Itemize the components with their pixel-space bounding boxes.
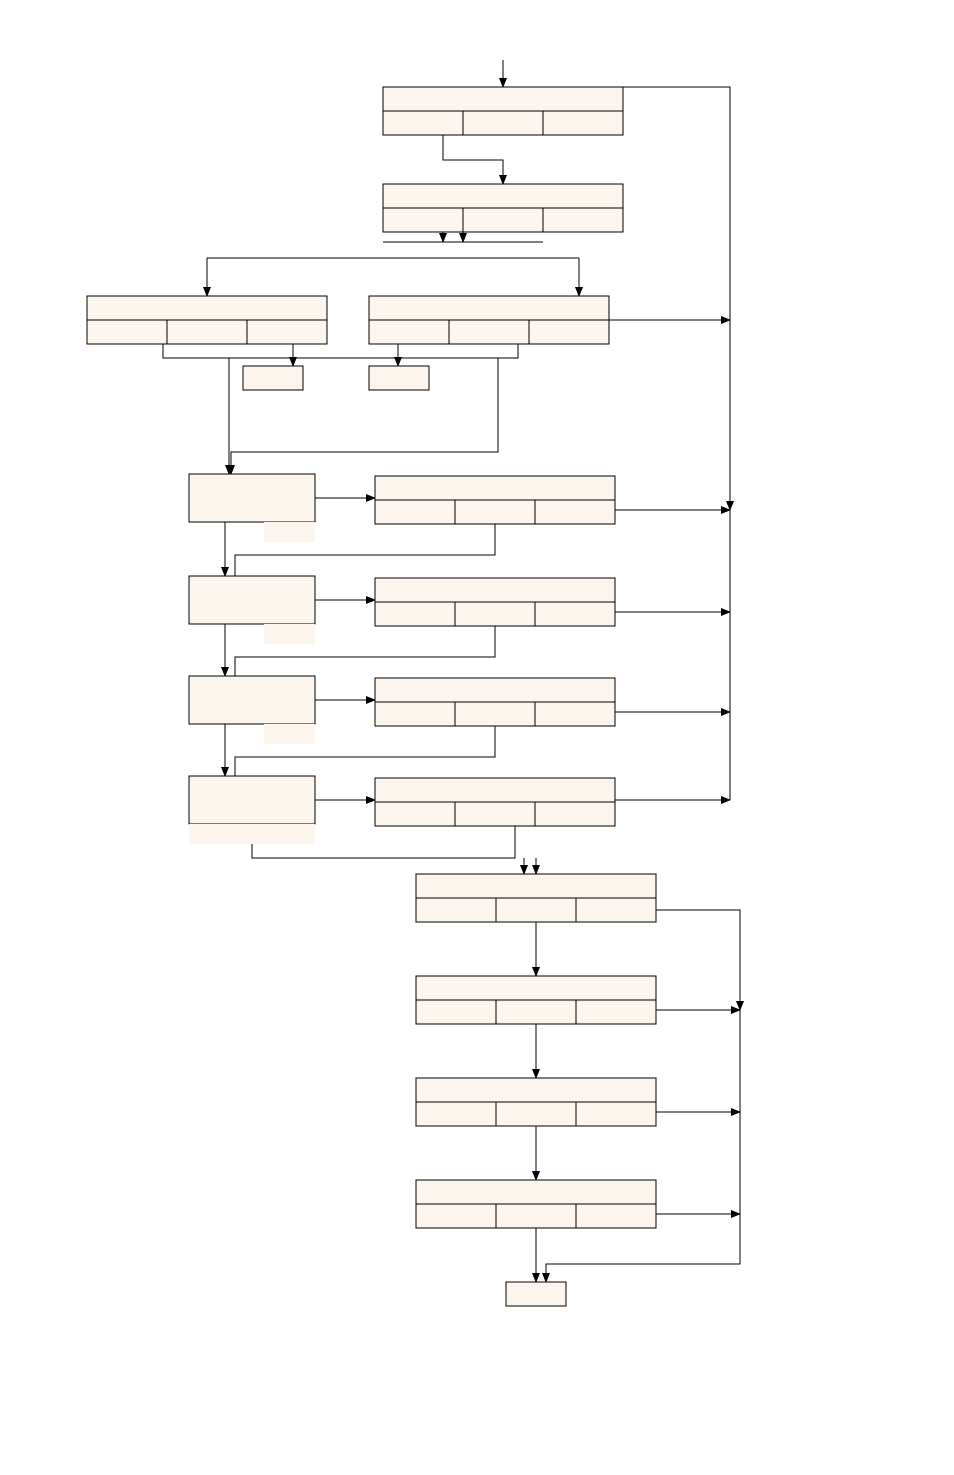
node-n3 <box>87 296 327 320</box>
node-n3b <box>87 320 327 344</box>
node-n6 <box>369 366 429 390</box>
node-n8 <box>375 476 615 500</box>
node-n15b <box>416 898 656 922</box>
edge-2 <box>443 135 503 184</box>
node-n19 <box>506 1282 566 1306</box>
node-n15 <box>416 874 656 898</box>
node-n5 <box>243 366 303 390</box>
node-n18b <box>416 1204 656 1228</box>
node-n16b <box>416 1000 656 1024</box>
node-n13 <box>189 776 315 824</box>
edge-1 <box>623 87 730 510</box>
node-n2 <box>383 184 623 208</box>
node-n9 <box>189 576 315 624</box>
node-n14 <box>375 778 615 802</box>
node-n17 <box>416 1078 656 1102</box>
node-n11 <box>189 676 315 724</box>
node-n13t <box>189 824 315 844</box>
node-n7t <box>264 522 315 542</box>
node-n10 <box>375 578 615 602</box>
node-n7 <box>189 474 315 522</box>
node-n10b <box>375 602 615 626</box>
nodes <box>87 87 656 1306</box>
node-n12 <box>375 678 615 702</box>
node-n18 <box>416 1180 656 1204</box>
node-n12b <box>375 702 615 726</box>
node-n2b <box>383 208 623 232</box>
node-n1b <box>383 111 623 135</box>
node-n8b <box>375 500 615 524</box>
edge-12 <box>163 344 518 358</box>
node-n4 <box>369 296 609 320</box>
node-n1 <box>383 87 623 111</box>
node-n9t <box>264 624 315 644</box>
flowchart-diagram <box>0 0 954 1475</box>
node-n11t <box>264 724 315 744</box>
node-n4b <box>369 320 609 344</box>
edge-32 <box>656 910 740 1010</box>
node-n14b <box>375 802 615 826</box>
node-n16 <box>416 976 656 1000</box>
node-n17b <box>416 1102 656 1126</box>
